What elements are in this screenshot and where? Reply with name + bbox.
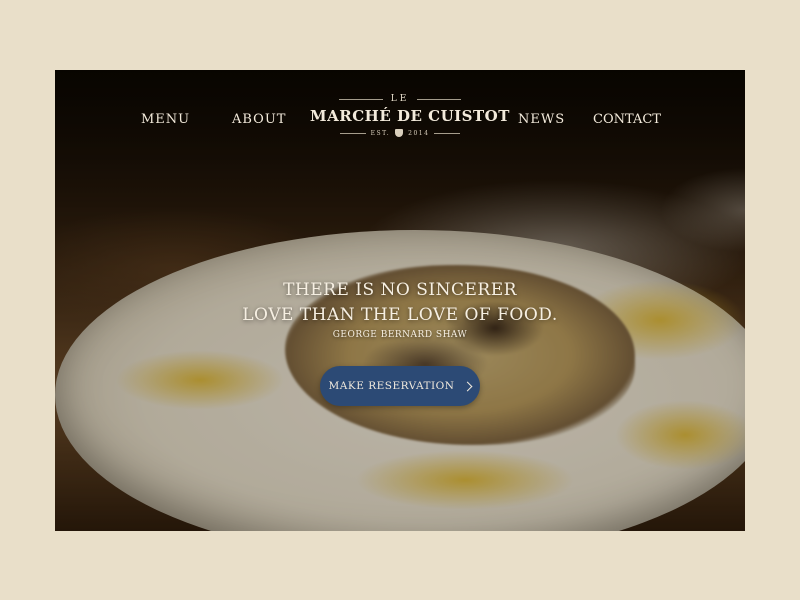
logo-rule-right (417, 98, 462, 100)
quote-line-1: THERE IS NO SINCERER (283, 280, 517, 300)
main-navigation: MENU ABOUT LE MARCHÉ DE CUISTOT EST. 201… (55, 70, 745, 170)
make-reservation-button[interactable]: MAKE RESERVATION (320, 366, 480, 406)
nav-link-contact[interactable]: CONTACT (593, 112, 661, 127)
nav-link-about[interactable]: ABOUT (232, 112, 286, 127)
nav-link-menu[interactable]: MENU (141, 112, 190, 127)
make-reservation-label: MAKE RESERVATION (328, 380, 455, 392)
quote-author: GEORGE BERNARD SHAW (332, 330, 468, 340)
crest-icon (395, 129, 404, 137)
logo-le-text: LE (390, 94, 410, 104)
site-logo[interactable]: LE MARCHÉ DE CUISTOT EST. 2014 (310, 94, 510, 137)
hero-quote: THERE IS NO SINCERER LOVE THAN THE LOVE … (55, 278, 745, 340)
hero-frame: MENU ABOUT LE MARCHÉ DE CUISTOT EST. 201… (55, 70, 745, 531)
logo-rule-left (338, 98, 383, 100)
logo-rule-right (434, 132, 461, 134)
logo-est-label: EST. (370, 129, 391, 137)
logo-est-year: 2014 (408, 129, 430, 137)
quote-line-2: LOVE THAN THE LOVE OF FOOD. (242, 305, 558, 325)
nav-link-news[interactable]: NEWS (518, 112, 565, 127)
logo-top-line: LE (310, 94, 490, 104)
logo-rule-left (339, 132, 366, 134)
chevron-right-icon (463, 381, 473, 391)
logo-established-line: EST. 2014 (310, 129, 490, 137)
logo-restaurant-name: MARCHÉ DE CUISTOT (310, 107, 510, 125)
